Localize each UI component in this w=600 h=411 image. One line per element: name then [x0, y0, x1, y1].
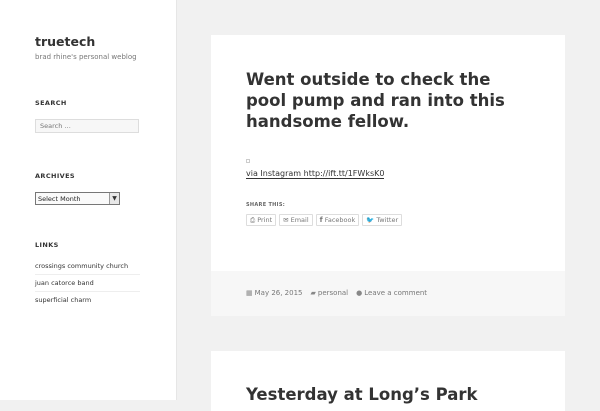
post-category-text: personal	[317, 289, 349, 297]
post-date-text: May 26, 2015	[254, 289, 303, 297]
post-meta: ▦ May 26, 2015 ▰ personal ● Leave a comm…	[246, 289, 427, 297]
folder-icon: ▰	[310, 289, 316, 297]
links-widget-title: LINKS	[35, 241, 59, 249]
share-email-label: Email	[290, 216, 309, 224]
via-line: via Instagram http://ift.tt/1FWksK0	[246, 169, 385, 179]
share-twitter-label: Twitter	[376, 216, 399, 224]
instagram-image[interactable]	[246, 159, 250, 163]
post-title-2[interactable]: Yesterday at Long’s Park	[246, 385, 546, 404]
search-widget-title: SEARCH	[35, 99, 67, 107]
share-print-label: Print	[257, 216, 273, 224]
email-icon: ✉	[283, 216, 289, 224]
post-card-2: Yesterday at Long’s Park	[211, 351, 565, 411]
share-print-button[interactable]: ⎙ Print	[246, 214, 277, 226]
post-footer: ▦ May 26, 2015 ▰ personal ● Leave a comm…	[211, 271, 565, 316]
post-comments-text: Leave a comment	[364, 289, 428, 297]
share-twitter-button[interactable]: 🐦 Twitter	[362, 214, 403, 226]
search-input[interactable]	[35, 119, 139, 133]
post-comments[interactable]: ● Leave a comment	[356, 289, 427, 297]
site-title[interactable]: truetech	[35, 34, 95, 49]
via-prefix: via Instagram	[246, 169, 304, 178]
link-item-superficial-charm[interactable]: superficial charm	[35, 296, 140, 308]
post-title[interactable]: Went outside to check the pool pump and …	[246, 69, 536, 132]
chevron-down-icon: ▼	[109, 193, 119, 204]
archives-widget-title: ARCHIVES	[35, 172, 76, 180]
twitter-icon: 🐦	[366, 216, 375, 224]
link-item-crossings[interactable]: crossings community church	[35, 262, 140, 275]
calendar-icon: ▦	[246, 289, 253, 297]
site-description: brad rhine's personal weblog	[35, 53, 137, 61]
via-link[interactable]: via Instagram http://ift.tt/1FWksK0	[246, 169, 385, 179]
post-date[interactable]: ▦ May 26, 2015	[246, 289, 303, 297]
share-buttons: ⎙ Print ✉ Email f Facebook 🐦 Twitter	[246, 214, 403, 226]
link-item-juan-catorce[interactable]: juan catorce band	[35, 279, 140, 292]
comment-icon: ●	[356, 289, 363, 297]
post-card: Went outside to check the pool pump and …	[211, 35, 565, 316]
archives-select[interactable]: Select Month ▼	[35, 192, 120, 205]
share-email-button[interactable]: ✉ Email	[279, 214, 313, 226]
via-url: http://ift.tt/1FWksK0	[303, 169, 385, 178]
share-title: SHARE THIS:	[246, 202, 286, 208]
sidebar: truetech brad rhine's personal weblog SE…	[0, 0, 177, 400]
post-category[interactable]: ▰ personal	[311, 289, 349, 297]
facebook-icon: f	[319, 216, 323, 224]
share-facebook-button[interactable]: f Facebook	[315, 214, 360, 226]
print-icon: ⎙	[250, 215, 256, 224]
share-facebook-label: Facebook	[324, 216, 356, 224]
archives-select-value: Select Month	[38, 194, 81, 203]
